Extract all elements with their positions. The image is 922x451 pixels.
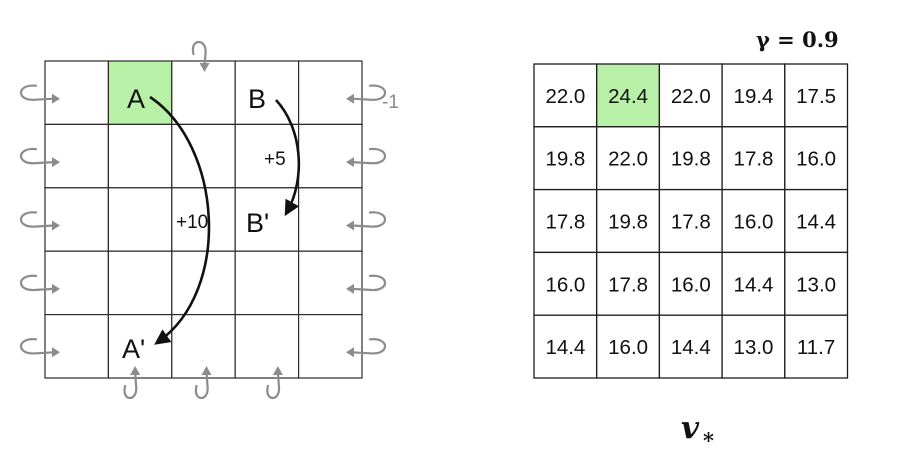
value-cell: 19.8 <box>533 126 598 191</box>
gridworld-cell <box>234 60 300 126</box>
gridworld-cell <box>44 60 110 126</box>
value-cell-number: 19.8 <box>608 211 648 234</box>
optimal-value-table: γ = 0.9 22.0 24.4 22.0 19.4 17.5 19.8 22.0 19.8… <box>533 27 849 451</box>
gamma-label: γ = 0.9 <box>756 27 839 52</box>
gridworld-cell <box>171 250 236 316</box>
gridworld-cell <box>298 187 363 252</box>
value-cell-number: 14.4 <box>796 211 836 234</box>
value-cell-number: 16.0 <box>545 273 585 296</box>
gridworld-cell <box>44 123 110 189</box>
value-cell: 24.4 <box>596 63 661 128</box>
gridworld: A B B' A' +10 +5 -1 <box>19 40 399 400</box>
value-cell: 13.0 <box>784 251 849 316</box>
state-a-label: A <box>127 84 145 114</box>
gridworld-cell <box>107 250 173 316</box>
value-cell: 16.0 <box>533 251 598 316</box>
value-cell: 19.8 <box>596 188 661 254</box>
gridworld-cell <box>234 314 300 379</box>
gridworld-cell <box>298 314 363 379</box>
value-cell: 19.4 <box>721 63 786 128</box>
value-cell-number: 14.4 <box>734 273 774 296</box>
value-function-label: v <box>681 410 700 446</box>
value-function-subscript: * <box>703 428 714 451</box>
value-cell-number: 14.4 <box>671 336 711 359</box>
value-cell-number: 17.8 <box>545 211 585 234</box>
gridworld-cell <box>44 314 110 379</box>
gridworld-cell <box>234 250 300 316</box>
gridworld-cell <box>298 123 363 189</box>
value-cell: 14.4 <box>658 314 723 379</box>
gridworld-cell <box>298 250 363 316</box>
gridworld-figure: A B B' A' +10 +5 -1 γ = 0.9 22.0 24.4 22.0… <box>19 27 849 451</box>
value-cell: 13.0 <box>721 314 786 379</box>
value-cell: 17.8 <box>533 188 598 254</box>
value-cell: 16.0 <box>784 126 849 191</box>
value-cell: 22.0 <box>596 126 661 191</box>
gridworld-cell <box>107 187 173 252</box>
value-cell-number: 16.0 <box>608 336 648 359</box>
value-cell-number: 22.0 <box>545 85 585 108</box>
value-cell-number: 17.5 <box>796 85 836 108</box>
value-cell: 11.7 <box>784 314 849 379</box>
value-cell-number: 16.0 <box>734 211 774 234</box>
gridworld-cell <box>44 250 110 316</box>
value-cell-number: 17.8 <box>608 273 648 296</box>
value-cell: 17.5 <box>784 63 849 128</box>
value-cell-number: 19.8 <box>545 148 585 171</box>
value-cell: 16.0 <box>721 188 786 254</box>
value-cell: 17.8 <box>658 188 723 254</box>
value-cell-number: 11.7 <box>797 336 835 359</box>
value-cell-number: 24.4 <box>608 85 648 108</box>
value-cell-number: 19.8 <box>671 148 711 171</box>
value-cell: 22.0 <box>658 63 723 128</box>
value-cell-number: 16.0 <box>796 148 836 171</box>
gridworld-cell <box>171 60 236 126</box>
gridworld-cell <box>107 123 173 189</box>
value-cell-number: 16.0 <box>671 273 711 296</box>
state-b-prime-label: B' <box>246 208 269 238</box>
value-cell: 16.0 <box>596 314 661 379</box>
value-cell: 16.0 <box>658 251 723 316</box>
value-cell: 14.4 <box>784 188 849 254</box>
value-cell-number: 14.4 <box>545 336 585 359</box>
reward-a-label: +10 <box>176 212 208 233</box>
value-cell-number: 19.4 <box>734 85 774 108</box>
value-cell: 17.8 <box>721 126 786 191</box>
state-a-prime-label: A' <box>122 334 145 364</box>
value-cell-number: 13.0 <box>734 336 774 359</box>
value-cell: 22.0 <box>533 63 598 128</box>
value-cell: 14.4 <box>533 314 598 379</box>
gridworld-cell <box>298 60 363 126</box>
value-cell-number: 13.0 <box>796 273 836 296</box>
value-cell-number: 17.8 <box>671 211 711 234</box>
value-cell: 14.4 <box>721 251 786 316</box>
value-cell: 19.8 <box>658 126 723 191</box>
value-cell-number: 22.0 <box>671 85 711 108</box>
gridworld-cell <box>171 314 236 379</box>
state-b-label: B <box>248 84 266 114</box>
value-cell: 17.8 <box>596 251 661 316</box>
value-cell-number: 22.0 <box>608 148 648 171</box>
gridworld-cell <box>44 187 110 252</box>
value-cell-number: 17.8 <box>734 148 774 171</box>
reward-b-label: +5 <box>264 149 286 170</box>
value-table-cells: 22.0 24.4 22.0 19.4 17.5 19.8 22.0 19.8 17.8 16.0… <box>533 63 849 379</box>
